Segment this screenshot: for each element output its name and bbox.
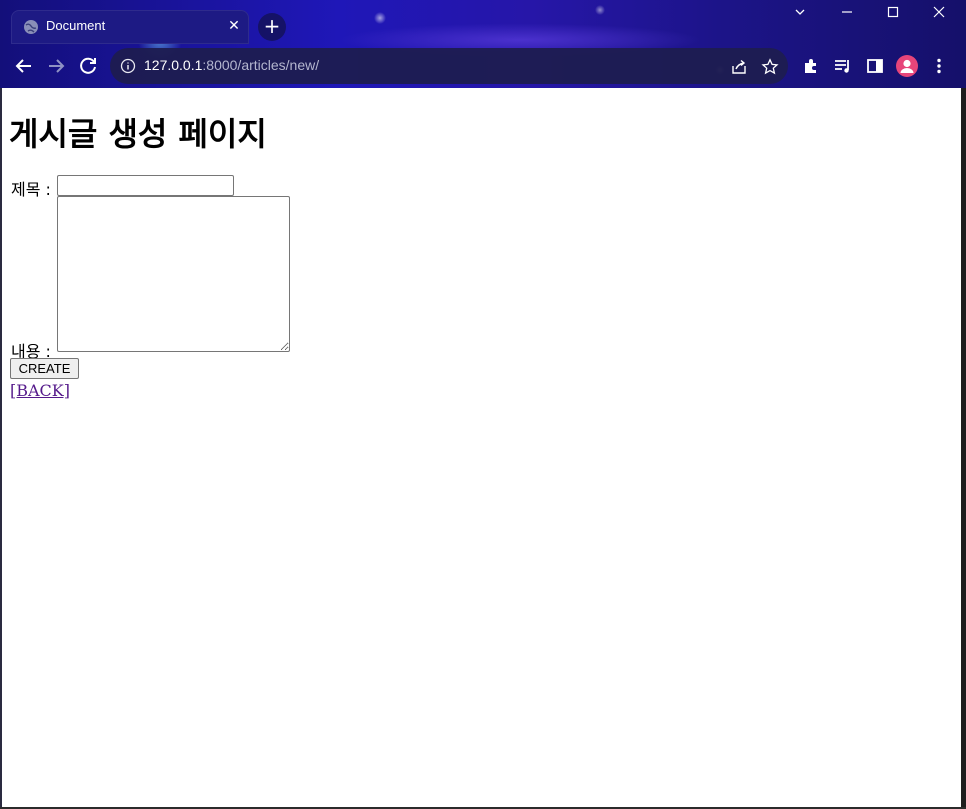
tab-search-icon[interactable] [777, 0, 823, 26]
title-label: 제목 : [11, 180, 51, 199]
profile-avatar[interactable] [896, 55, 918, 77]
new-tab-button[interactable]: + [258, 13, 286, 41]
create-button[interactable]: CREATE [10, 358, 79, 379]
reload-icon[interactable] [75, 53, 101, 79]
minimize-icon[interactable] [824, 0, 870, 26]
title-input[interactable] [57, 175, 234, 196]
content-textarea[interactable] [57, 196, 290, 352]
back-link[interactable]: [BACK] [10, 381, 70, 400]
close-tab-icon[interactable]: ✕ [226, 18, 242, 34]
url-text[interactable]: 127.0.0.1:8000/articles/new/ [144, 57, 319, 73]
navigation-bar: 127.0.0.1:8000/articles/new/ [0, 44, 966, 88]
star-bookmark-icon[interactable] [761, 58, 779, 76]
browser-chrome: Document ✕ + 127.0.0.1:8000/articles/new [0, 0, 966, 88]
tab-title: Document [46, 18, 106, 33]
user-icon [900, 59, 914, 73]
globe-icon [24, 20, 38, 34]
url-path: :8000/articles/new/ [202, 57, 320, 73]
info-icon[interactable] [120, 58, 136, 74]
menu-kebab-icon[interactable] [929, 56, 949, 76]
address-bar[interactable]: 127.0.0.1:8000/articles/new/ [110, 48, 788, 84]
url-host: 127.0.0.1 [144, 57, 203, 73]
close-window-icon[interactable] [916, 0, 962, 26]
maximize-icon[interactable] [870, 0, 916, 26]
media-queue-icon[interactable] [833, 56, 853, 76]
forward-arrow-icon[interactable] [43, 53, 69, 79]
side-panel-icon[interactable] [865, 56, 885, 76]
back-arrow-icon[interactable] [11, 53, 37, 79]
extensions-puzzle-icon[interactable] [801, 56, 821, 76]
browser-tab[interactable]: Document ✕ [11, 10, 249, 44]
page-title: 게시글 생성 페이지 [9, 115, 267, 153]
share-icon[interactable] [730, 58, 748, 76]
background-window-edge [961, 88, 966, 809]
